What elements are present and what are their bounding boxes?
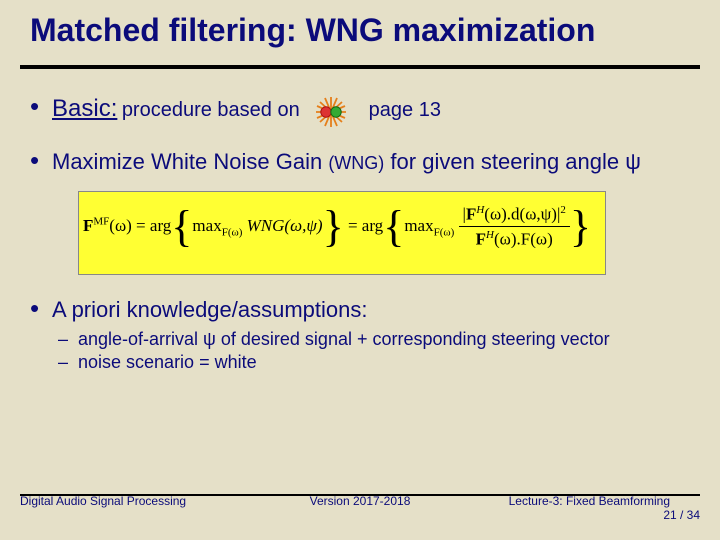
b2-pre: Maximize White Noise Gain bbox=[52, 149, 322, 174]
bullet-list: Basic: procedure based on bbox=[24, 95, 696, 373]
eq-MF-sup: MF bbox=[93, 215, 109, 227]
bullet-basic: Basic: procedure based on bbox=[24, 95, 696, 127]
den-F1: F bbox=[476, 230, 486, 249]
sub-bullet-1: angle-of-arrival ψ of desired signal + c… bbox=[52, 329, 696, 350]
eq-F: F bbox=[83, 216, 93, 235]
eq-max1-sub: F(ω) bbox=[222, 226, 243, 238]
sub-bullet-list: angle-of-arrival ψ of desired signal + c… bbox=[52, 329, 696, 373]
page-reference: page 13 bbox=[369, 99, 441, 121]
b3-label: A priori knowledge/assumptions: bbox=[52, 297, 368, 322]
eq-eq2: = arg bbox=[344, 216, 384, 235]
page-title: Matched filtering: WNG maximization bbox=[30, 12, 690, 49]
b2-post: for given steering angle ψ bbox=[390, 149, 641, 174]
eq-omegaeq: (ω) = arg bbox=[109, 216, 171, 235]
eq-wng: WNG(ω,ψ) bbox=[242, 216, 322, 235]
equation-box: FMF(ω) = arg{maxF(ω) WNG(ω,ψ)} = arg{max… bbox=[78, 191, 606, 275]
basic-label: Basic: bbox=[52, 95, 117, 122]
footer-left: Digital Audio Signal Processing bbox=[20, 494, 247, 522]
den-H: H bbox=[486, 229, 494, 241]
sub-bullet-2: noise scenario = white bbox=[52, 352, 696, 373]
eq-max2-sub: F(ω) bbox=[434, 226, 455, 238]
title-wrap: Matched filtering: WNG maximization bbox=[0, 0, 720, 55]
footer-mid: Version 2017-2018 bbox=[247, 494, 474, 522]
eq-max1: max bbox=[192, 216, 221, 235]
slide-footer: Digital Audio Signal Processing Version … bbox=[20, 494, 700, 522]
bullet-apriori: A priori knowledge/assumptions: angle-of… bbox=[24, 297, 696, 373]
fraction-denominator: FH(ω).F(ω) bbox=[459, 227, 570, 250]
num-F: F bbox=[466, 204, 476, 223]
footer-page: 21 / 34 bbox=[663, 508, 700, 522]
slide: Matched filtering: WNG maximization Basi… bbox=[0, 0, 720, 540]
footer-right-group: Lecture-3: Fixed Beamforming 21 / 34 bbox=[473, 494, 700, 522]
equation-fraction: |FH(ω).d(ω,ψ)|2 FH(ω).F(ω) bbox=[459, 204, 570, 250]
bullet-maximize: Maximize White Noise Gain (WNG) for give… bbox=[24, 149, 696, 275]
fraction-numerator: |FH(ω).d(ω,ψ)|2 bbox=[459, 204, 570, 228]
sun-icon bbox=[312, 97, 350, 127]
footer-right: Lecture-3: Fixed Beamforming bbox=[509, 494, 670, 508]
equation: FMF(ω) = arg{maxF(ω) WNG(ω,ψ)} = arg{max… bbox=[83, 216, 591, 235]
eq-max2: max bbox=[404, 216, 433, 235]
basic-rest: procedure based on bbox=[122, 99, 300, 121]
b2-wng: (WNG) bbox=[328, 153, 384, 173]
num-sq: 2 bbox=[560, 204, 566, 216]
slide-body: Basic: procedure based on bbox=[0, 69, 720, 373]
num-rest: (ω).d(ω,ψ) bbox=[484, 204, 557, 223]
den-rest: (ω).F(ω) bbox=[494, 230, 553, 249]
